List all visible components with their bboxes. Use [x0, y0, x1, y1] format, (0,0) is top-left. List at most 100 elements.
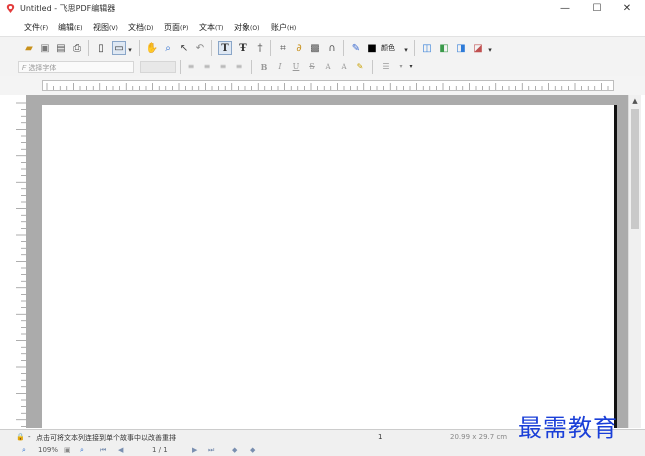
zoom-icon[interactable]: ⌕ [161, 41, 175, 55]
main-toolbar: ▰ ▣ ▤ ⎙ ▯ ▭ ▾ ✋ ⌕ ↖ ↶ T Ŧ † ⌗ ∂ ▩ ∩ ✎ ■ … [0, 36, 645, 60]
menu-text-label: 文本 [199, 23, 215, 32]
maximize-button[interactable]: ☐ [582, 0, 612, 18]
menu-text[interactable]: 文本(T) [199, 22, 223, 33]
extract-page-icon[interactable]: ◧ [437, 41, 451, 55]
status-bullet: - [28, 433, 31, 441]
prev-page-icon[interactable]: ◀ [118, 446, 123, 454]
toolbar-separator [414, 40, 415, 56]
page-indicator[interactable]: 1 / 1 [152, 446, 168, 454]
font-size-select[interactable] [140, 61, 176, 73]
chevron-down-icon[interactable]: ▾ [402, 43, 410, 57]
align-justify-icon[interactable]: ≡ [233, 61, 245, 73]
menu-page-accel: (P) [180, 25, 189, 32]
delete-page-icon[interactable]: ◪ [471, 41, 485, 55]
font-icon: 𝐹 [22, 64, 27, 72]
back-icon[interactable]: ◆ [232, 446, 237, 454]
toolbar-separator [88, 40, 89, 56]
text-insert-icon[interactable]: † [253, 41, 267, 55]
strikethrough-button[interactable]: S [306, 61, 318, 73]
zoom-out-icon[interactable]: ▣ [64, 446, 71, 454]
status-page-size: 20.99 x 29.7 cm [450, 433, 508, 441]
page-shadow [614, 105, 617, 428]
highlight-icon[interactable]: ✎ [354, 61, 366, 73]
minimize-button[interactable]: — [550, 0, 580, 18]
menu-object[interactable]: 对象(O) [234, 22, 259, 33]
insert-page-icon[interactable]: ◫ [420, 41, 434, 55]
undo-icon[interactable]: ↶ [193, 41, 207, 55]
document-page[interactable] [42, 105, 614, 428]
menu-edit-label: 编辑 [58, 23, 74, 32]
zoom-icon[interactable]: ⌕ [22, 446, 26, 455]
last-page-icon[interactable]: ⏭ [208, 446, 214, 455]
menu-edit-accel: (E) [74, 25, 83, 32]
line-spacing-icon[interactable]: ☰ [380, 61, 392, 73]
toolbar-separator [270, 40, 271, 56]
toolbar-separator [343, 40, 344, 56]
menu-account-label: 账户 [271, 23, 287, 32]
app-logo-icon [6, 4, 15, 13]
select-icon[interactable]: ↖ [177, 41, 191, 55]
font-select[interactable]: 𝐹 选择字体 [18, 61, 134, 73]
crop-icon[interactable]: ⌗ [276, 41, 290, 55]
scrollbar-thumb[interactable] [631, 109, 639, 229]
chevron-down-icon[interactable]: ▾ [126, 43, 134, 57]
watermark-text: 最需教育 [518, 414, 618, 442]
menu-page[interactable]: 页面(P) [164, 22, 188, 33]
menu-page-label: 页面 [164, 23, 180, 32]
menu-account[interactable]: 账户(H) [271, 22, 296, 33]
title-bar: Untitled - 飞思PDF编辑器 — ☐ ✕ [0, 0, 645, 18]
eyedropper-icon[interactable]: ✎ [349, 41, 363, 55]
forward-icon[interactable]: ◆ [250, 446, 255, 454]
menu-view[interactable]: 视图(V) [93, 22, 118, 33]
align-left-icon[interactable]: ≡ [185, 61, 197, 73]
menu-file[interactable]: 文件(F) [24, 22, 48, 33]
underline-button[interactable]: U [290, 61, 302, 73]
toolbar-separator [372, 60, 373, 74]
menu-document[interactable]: 文档(D) [128, 22, 153, 33]
toolbar-separator [139, 40, 140, 56]
menu-file-accel: (F) [40, 25, 49, 32]
hand-icon[interactable]: ✋ [145, 41, 159, 55]
chevron-down-icon[interactable]: ▾ [405, 61, 417, 73]
properties-icon[interactable]: ▤ [54, 41, 68, 55]
text-icon[interactable]: T [218, 41, 232, 55]
align-right-icon[interactable]: ≡ [217, 61, 229, 73]
bold-button[interactable]: B [258, 61, 270, 73]
subscript-button[interactable]: A [338, 61, 350, 73]
replace-page-icon[interactable]: ◨ [454, 41, 468, 55]
menu-file-label: 文件 [24, 23, 40, 32]
menu-document-label: 文档 [128, 23, 144, 32]
page-icon[interactable]: ▯ [94, 41, 108, 55]
menu-object-label: 对象 [234, 23, 250, 32]
page-view-icon[interactable]: ▭ [112, 41, 126, 55]
lock-icon: 🔒 [16, 433, 25, 441]
toolbar-separator [211, 40, 212, 56]
status-hint: 点击可将文本列连接到单个故事中以改善重排 [36, 434, 176, 442]
vertical-scrollbar[interactable]: ▲ [628, 95, 641, 428]
zoom-level[interactable]: 109% [38, 446, 58, 454]
menu-account-accel: (H) [287, 25, 297, 32]
first-page-icon[interactable]: ⏮ [100, 446, 106, 455]
text-edit-icon[interactable]: Ŧ [236, 41, 250, 55]
navigation-bar: ⌕ 109% ▣ ⌕ ⏮ ◀ 1 / 1 ▶ ⏭ ◆ ◆ [0, 443, 645, 456]
zoom-in-icon[interactable]: ⌕ [80, 446, 84, 455]
chevron-down-icon[interactable]: ▾ [486, 43, 494, 57]
print-icon[interactable]: ⎙ [70, 41, 84, 55]
font-select-placeholder: 选择字体 [28, 64, 57, 72]
scroll-up-icon[interactable]: ▲ [629, 95, 641, 107]
image-icon[interactable]: ▩ [308, 41, 322, 55]
menu-edit[interactable]: 编辑(E) [58, 22, 82, 33]
open-icon[interactable]: ▰ [22, 41, 36, 55]
close-button[interactable]: ✕ [612, 0, 642, 18]
align-center-icon[interactable]: ≡ [201, 61, 213, 73]
italic-button[interactable]: I [274, 61, 286, 73]
link-icon[interactable]: ∂ [292, 41, 306, 55]
color-label[interactable]: 颜色 [381, 43, 395, 53]
color-swatch-icon[interactable]: ■ [365, 41, 379, 55]
save-icon[interactable]: ▣ [38, 41, 52, 55]
superscript-button[interactable]: A [322, 61, 334, 73]
toolbar-separator [251, 60, 252, 74]
ruler-ticks [16, 102, 26, 427]
curve-icon[interactable]: ∩ [325, 41, 339, 55]
next-page-icon[interactable]: ▶ [192, 446, 197, 454]
